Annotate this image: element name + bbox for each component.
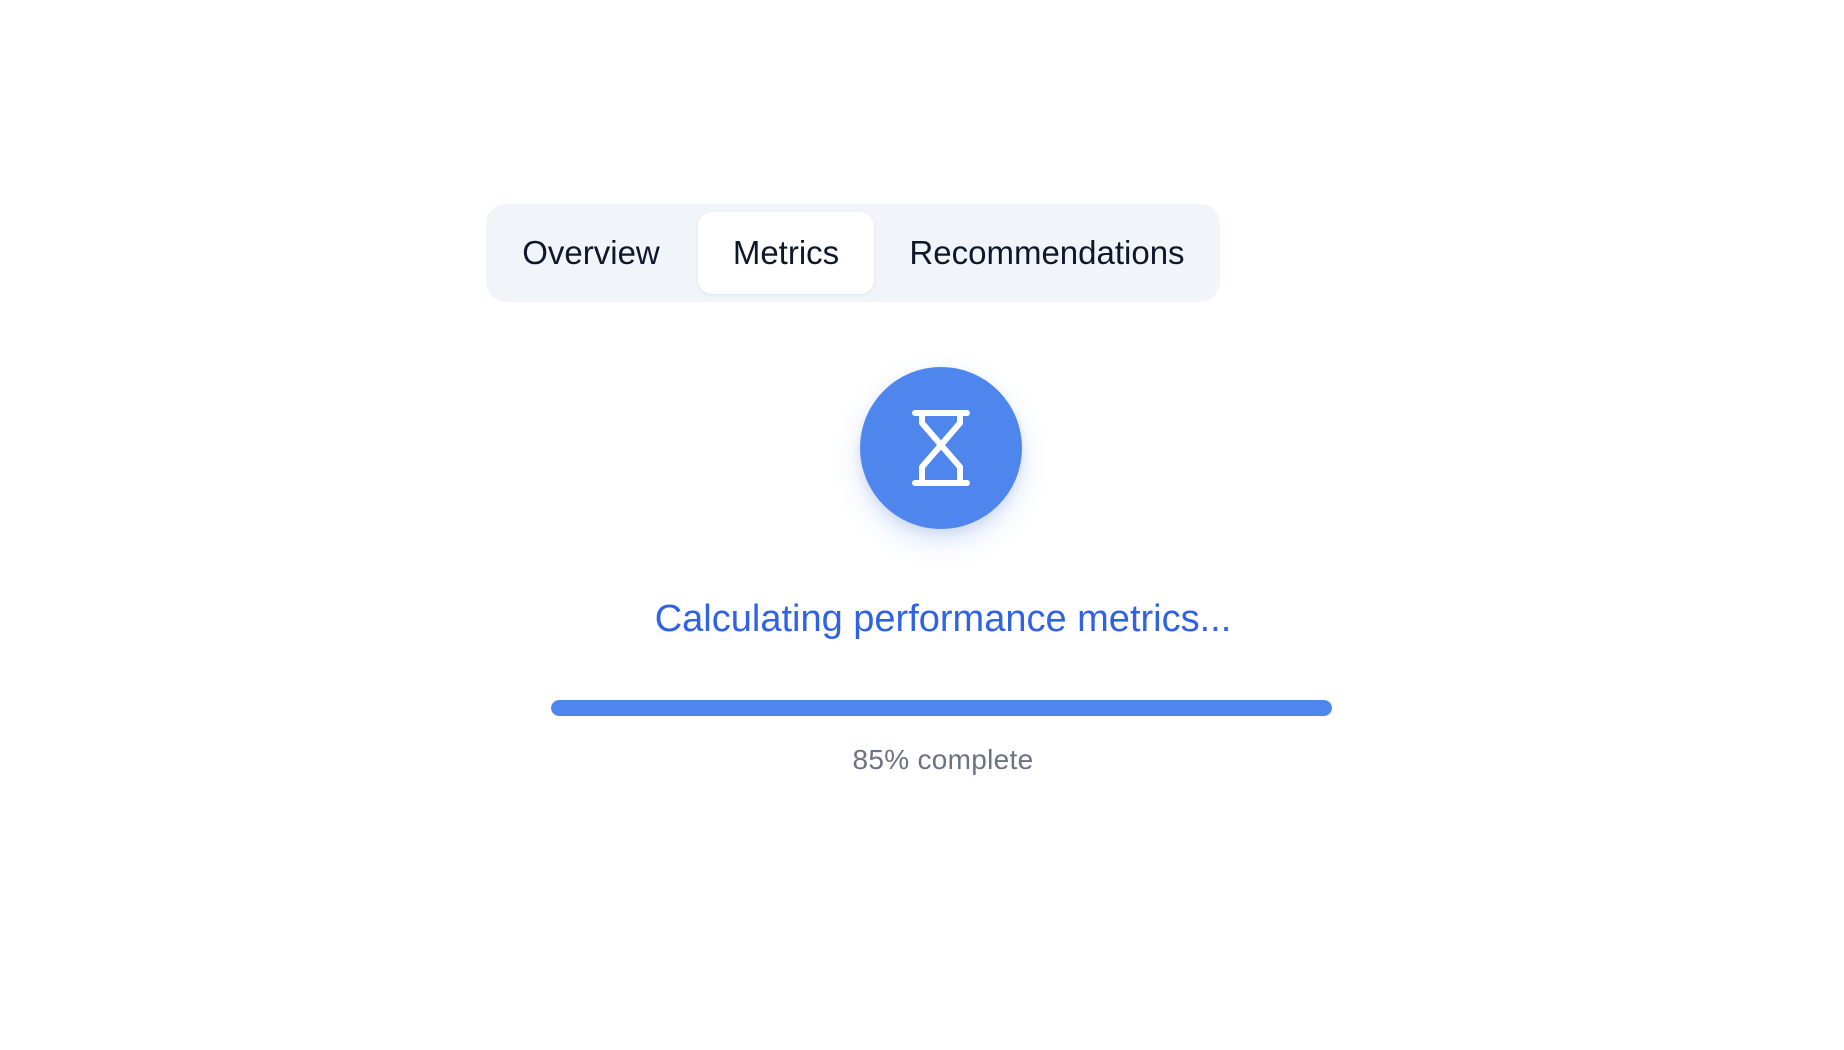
tab-metrics[interactable]: Metrics [698,212,874,294]
progress-bar-fill [551,700,1332,716]
progress-label: 85% complete [852,744,1034,775]
tab-recommendations[interactable]: Recommendations [874,212,1220,294]
loading-indicator [860,367,1022,529]
tab-overview[interactable]: Overview [486,212,696,294]
status-message: Calculating performance metrics... [654,598,1232,640]
progress-bar [551,700,1332,716]
tab-bar: Overview Metrics Recommendations [486,204,1220,302]
hourglass-icon [912,410,970,486]
